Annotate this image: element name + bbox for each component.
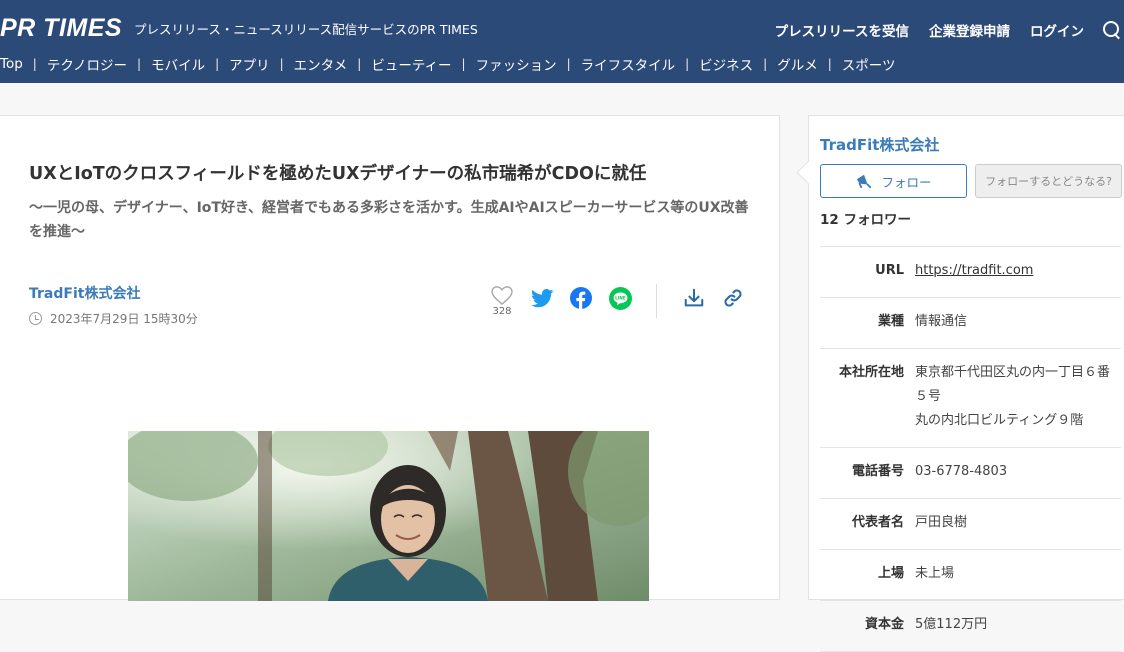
twitter-share-button[interactable] <box>530 286 554 310</box>
nav-item-beauty[interactable]: ビューティー <box>371 54 451 74</box>
svg-text:LINE: LINE <box>615 295 626 300</box>
article-company-link[interactable]: TradFit株式会社 <box>29 283 140 303</box>
company-info-table: URL https://tradfit.com 業種 情報通信 本社所在地 東京… <box>820 246 1121 652</box>
publish-date-text: 2023年7月29日 15時30分 <box>50 312 198 326</box>
heart-icon <box>491 286 513 305</box>
info-value: 戸田良樹 <box>915 515 968 530</box>
address-line-1: 東京都千代田区丸の内一丁目６番５号 <box>915 365 1111 404</box>
article-card: UXとIoTのクロスフィールドを極めたUXデザイナーの私市瑞希がCDOに就任 〜… <box>0 115 780 601</box>
category-nav: Top | テクノロジー | モバイル | アプリ | エンタメ | ビューティ… <box>0 54 896 74</box>
nav-separator: | <box>566 57 571 71</box>
download-button[interactable] <box>682 286 706 310</box>
nav-separator: | <box>461 57 466 71</box>
nav-item-entertainment[interactable]: エンタメ <box>294 54 348 74</box>
line-icon: LINE <box>608 286 632 310</box>
info-value: 未上場 <box>915 566 955 581</box>
info-value: https://tradfit.com <box>915 259 1033 283</box>
nav-separator: | <box>685 57 690 71</box>
info-value: 5億112万円 <box>915 617 988 632</box>
line-share-button[interactable]: LINE <box>608 286 632 310</box>
info-label: 資本金 <box>864 617 904 632</box>
like-count: 328 <box>492 306 512 317</box>
share-bar: 328 LINE <box>489 284 745 318</box>
follow-button-label: フォロー <box>881 174 932 190</box>
info-label: 代表者名 <box>851 515 904 530</box>
info-label: 業種 <box>877 314 904 329</box>
megaphone-icon <box>857 174 872 189</box>
nav-separator: | <box>827 57 832 71</box>
address-line-2: 丸の内北口ビルティング９階 <box>915 413 1084 428</box>
header-links: プレスリリースを受信 企業登録申請 ログイン <box>755 20 1124 40</box>
company-sidebar: TradFit株式会社 フォロー フォローするとどうなる? 12 フォロワー U… <box>808 115 1124 652</box>
info-row-representative: 代表者名 戸田良樹 <box>820 499 1121 550</box>
info-label: 電話番号 <box>851 464 904 479</box>
info-row-phone: 電話番号 03-6778-4803 <box>820 448 1121 499</box>
facebook-icon <box>570 287 592 309</box>
login-link[interactable]: ログイン <box>1030 20 1084 40</box>
info-value: 東京都千代田区丸の内一丁目６番５号 丸の内北口ビルティング９階 <box>915 361 1110 433</box>
copy-link-button[interactable] <box>721 286 745 310</box>
nav-item-lifestyle[interactable]: ライフスタイル <box>581 54 676 74</box>
article-title: UXとIoTのクロスフィールドを極めたUXデザイナーの私市瑞希がCDOに就任 <box>29 164 647 184</box>
info-value: 情報通信 <box>915 314 968 329</box>
company-register-link[interactable]: 企業登録申請 <box>929 20 1010 40</box>
facebook-share-button[interactable] <box>569 286 593 310</box>
info-row-industry: 業種 情報通信 <box>820 298 1121 349</box>
nav-separator: | <box>215 57 220 71</box>
nav-separator: | <box>137 57 142 71</box>
clock-icon <box>29 312 42 325</box>
article-main-photo <box>128 431 649 601</box>
info-row-address: 本社所在地 東京都千代田区丸の内一丁目６番５号 丸の内北口ビルティング９階 <box>820 349 1121 448</box>
nav-item-sports[interactable]: スポーツ <box>842 54 896 74</box>
site-logo[interactable]: PR TIMES <box>0 14 122 43</box>
nav-item-technology[interactable]: テクノロジー <box>47 54 127 74</box>
portrait-photo-image <box>128 431 649 601</box>
search-icon[interactable] <box>1102 20 1122 40</box>
info-label: 上場 <box>877 566 904 581</box>
publish-date: 2023年7月29日 15時30分 <box>29 310 198 327</box>
nav-item-fashion[interactable]: ファッション <box>476 54 557 74</box>
info-row-url: URL https://tradfit.com <box>820 247 1121 298</box>
nav-separator: | <box>763 57 768 71</box>
nav-item-business[interactable]: ビジネス <box>699 54 753 74</box>
follow-help-button[interactable]: フォローするとどうなる? <box>975 164 1122 198</box>
company-url-link[interactable]: https://tradfit.com <box>915 263 1033 278</box>
receive-press-release-link[interactable]: プレスリリースを受信 <box>775 20 909 40</box>
nav-item-top[interactable]: Top <box>0 56 23 72</box>
nav-item-mobile[interactable]: モバイル <box>151 54 205 74</box>
share-divider <box>656 284 657 318</box>
link-icon <box>724 289 742 307</box>
nav-item-app[interactable]: アプリ <box>229 54 270 74</box>
site-header: PR TIMES プレスリリース・ニュースリリース配信サービスのPR TIMES… <box>0 0 1124 83</box>
twitter-icon <box>530 288 554 307</box>
site-tagline: プレスリリース・ニュースリリース配信サービスのPR TIMES <box>134 22 478 37</box>
follower-count: 12 フォロワー <box>820 212 911 228</box>
info-row-listing: 上場 未上場 <box>820 550 1121 601</box>
article-subtitle: 〜一児の母、デザイナー、IoT好き、経営者でもある多彩さを活かす。生成AIやAI… <box>29 200 749 240</box>
nav-separator: | <box>279 57 284 71</box>
like-button[interactable]: 328 <box>489 286 515 317</box>
info-label: URL <box>875 263 904 278</box>
download-icon <box>684 288 704 307</box>
nav-item-gourmet[interactable]: グルメ <box>777 54 818 74</box>
nav-separator: | <box>32 57 37 71</box>
sidebar-company-link[interactable]: TradFit株式会社 <box>820 134 939 155</box>
info-value: 03-6778-4803 <box>915 464 1008 479</box>
info-label: 本社所在地 <box>838 365 904 380</box>
info-row-capital: 資本金 5億112万円 <box>820 601 1121 652</box>
follow-button[interactable]: フォロー <box>820 164 967 198</box>
nav-separator: | <box>357 57 362 71</box>
